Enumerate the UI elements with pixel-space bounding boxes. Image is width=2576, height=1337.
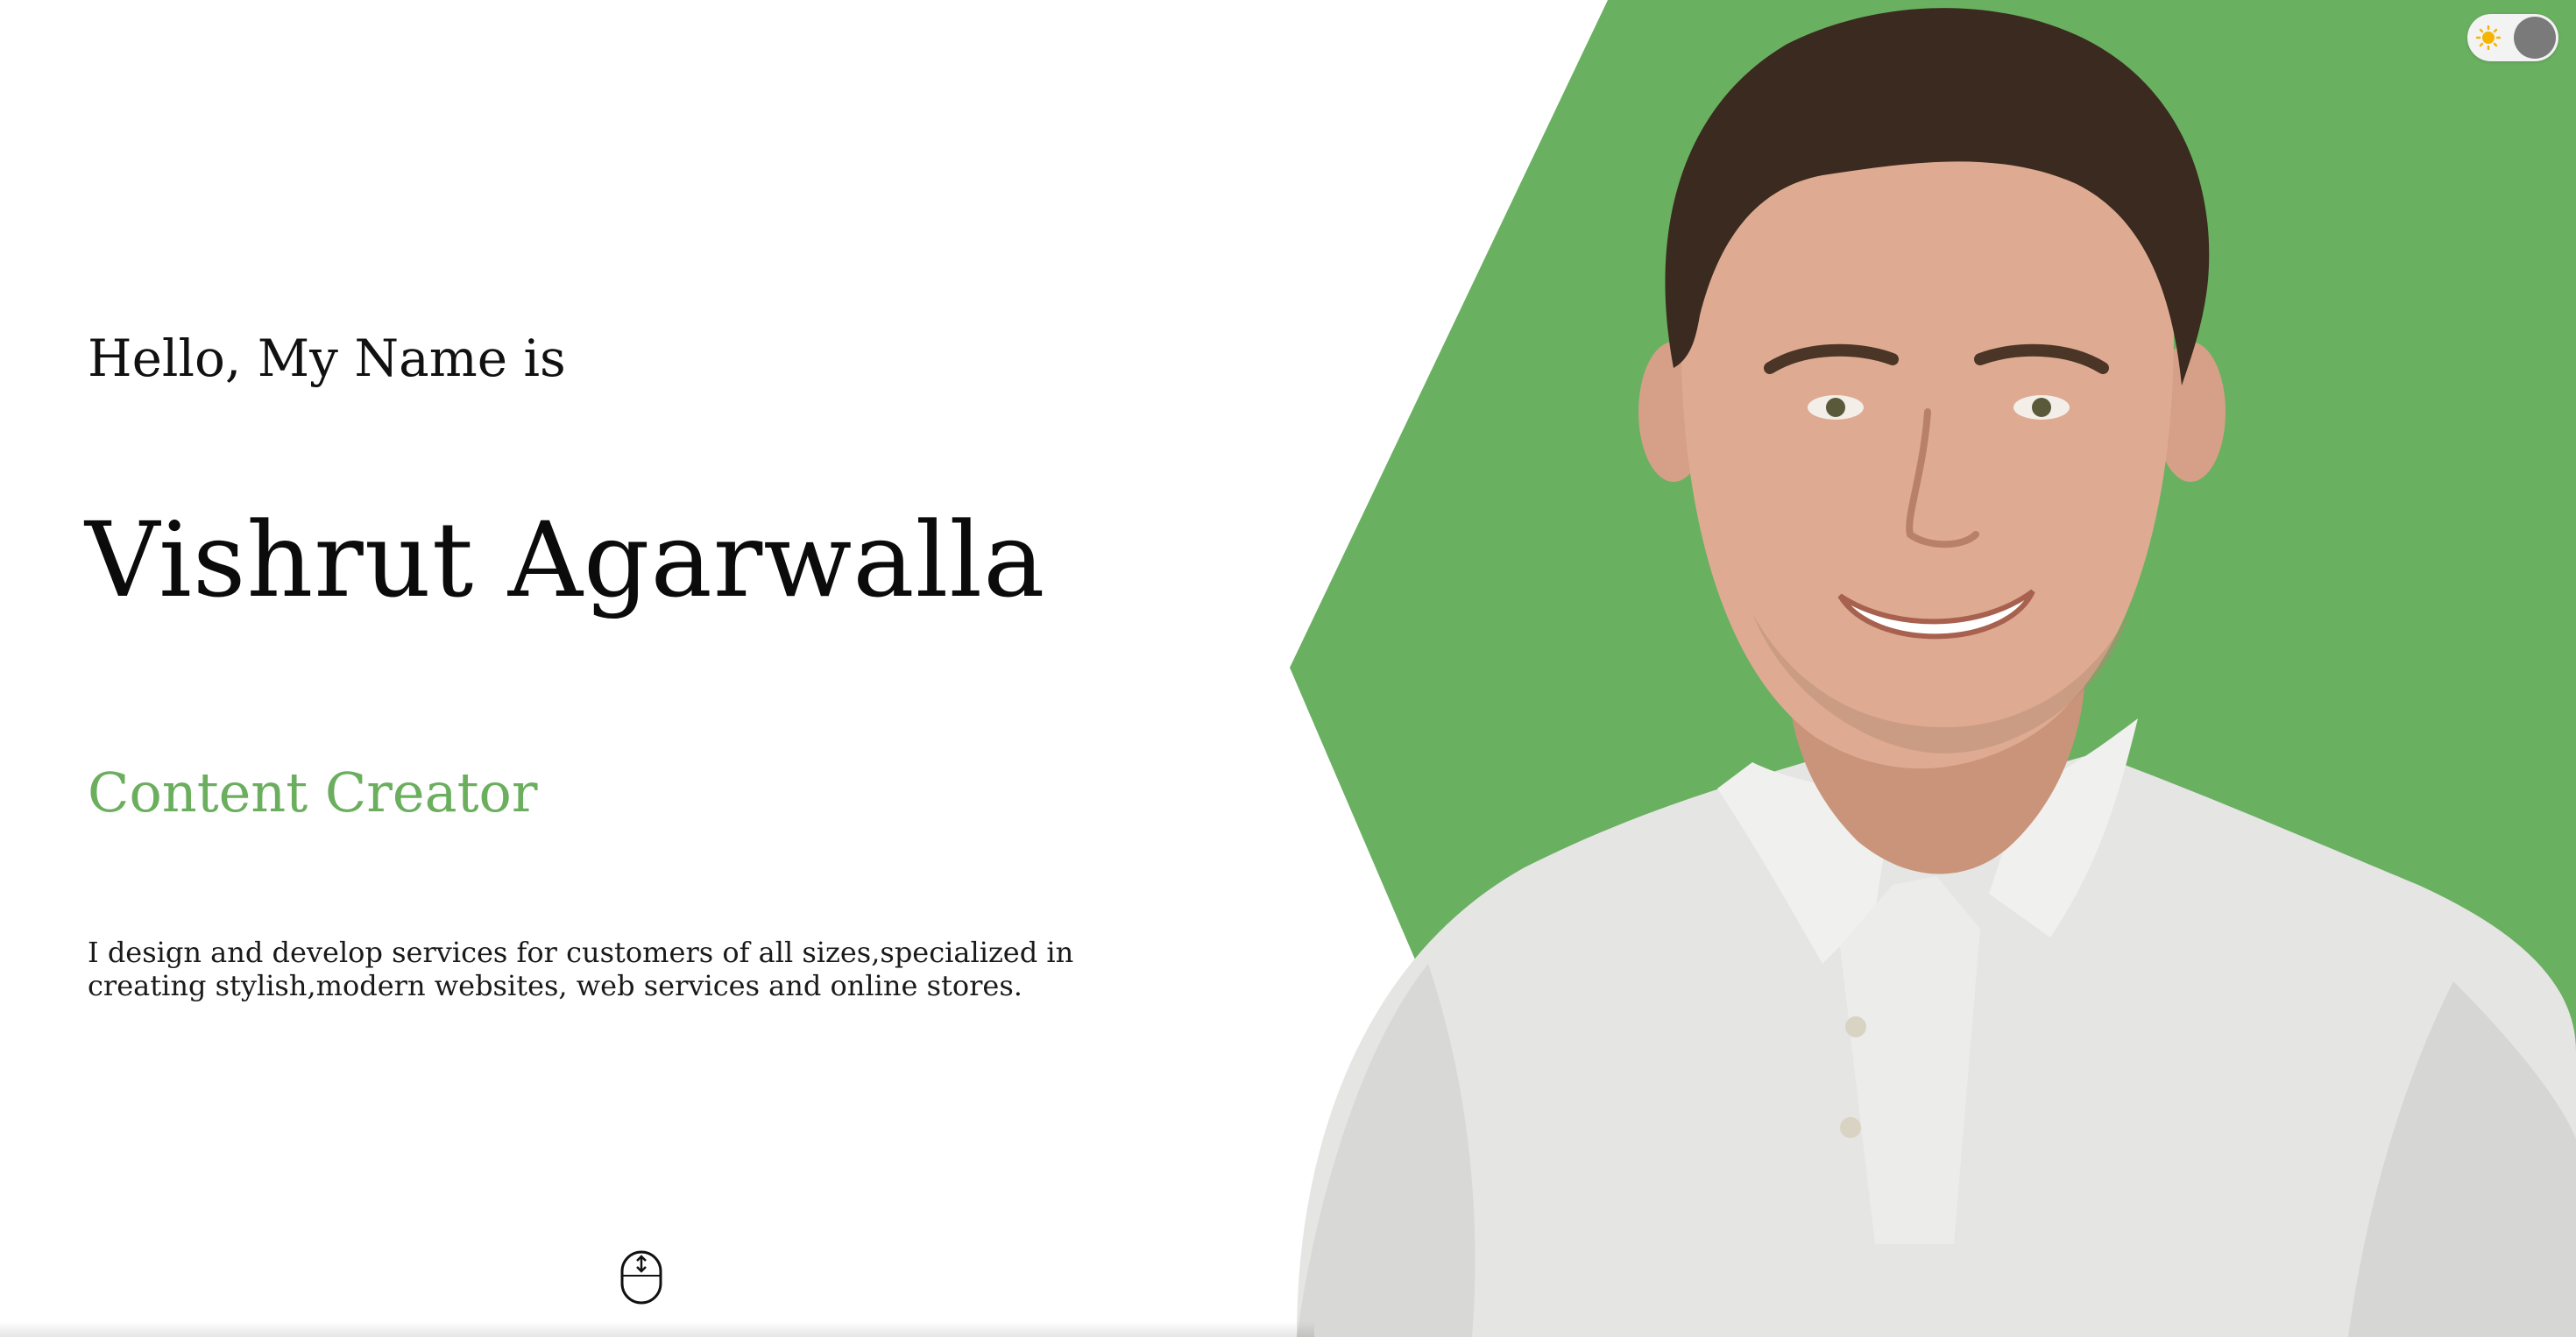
sun-icon	[2476, 25, 2501, 50]
bio-text: I design and develop services for custom…	[88, 936, 1074, 1002]
portrait-photo	[1297, 8, 2576, 1337]
person-name: Vishrut Agarwalla	[85, 499, 1046, 620]
mouse-scroll-icon[interactable]	[619, 1249, 664, 1305]
greeting-text: Hello, My Name is	[88, 329, 566, 388]
hero-section: Hello, My Name is Vishrut Agarwalla Cont…	[0, 0, 2576, 1337]
bottom-divider	[0, 1321, 1314, 1337]
role-title: Content Creator	[88, 760, 538, 824]
toggle-knob[interactable]	[2514, 17, 2556, 59]
theme-toggle[interactable]	[2467, 14, 2558, 61]
